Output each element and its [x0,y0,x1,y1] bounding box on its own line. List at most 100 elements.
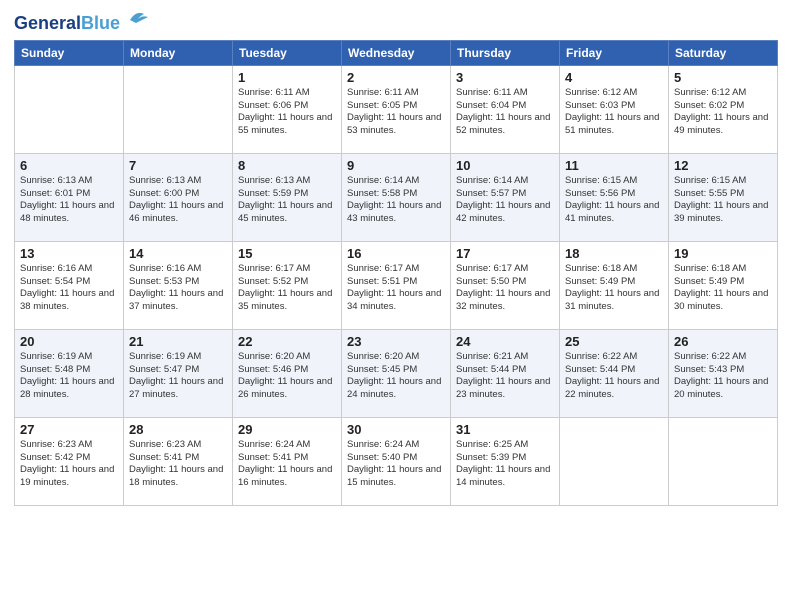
day-info: Sunrise: 6:18 AM Sunset: 5:49 PM Dayligh… [674,263,772,314]
day-info: Sunrise: 6:17 AM Sunset: 5:50 PM Dayligh… [456,263,554,314]
weekday-header-tuesday: Tuesday [233,40,342,65]
day-info: Sunrise: 6:15 AM Sunset: 5:55 PM Dayligh… [674,175,772,226]
calendar-cell: 29 Sunrise: 6:24 AM Sunset: 5:41 PM Dayli… [233,417,342,505]
day-number: 2 [347,70,445,85]
calendar-cell: 14 Sunrise: 6:16 AM Sunset: 5:53 PM Dayli… [124,241,233,329]
calendar-cell: 20 Sunrise: 6:19 AM Sunset: 5:48 PM Dayli… [15,329,124,417]
day-number: 7 [129,158,227,173]
calendar-cell [669,417,778,505]
calendar-cell: 24Sunrise: 6:21 AM Sunset: 5:44 PM Dayli… [451,329,560,417]
day-info: Sunrise: 6:22 AM Sunset: 5:43 PM Dayligh… [674,351,772,402]
logo-bird-icon [122,8,152,30]
day-info: Sunrise: 6:15 AM Sunset: 5:56 PM Dayligh… [565,175,663,226]
day-info: Sunrise: 6:12 AM Sunset: 6:03 PM Dayligh… [565,87,663,138]
calendar-cell: 7 Sunrise: 6:13 AM Sunset: 6:00 PM Daylig… [124,153,233,241]
calendar-cell: 17 Sunrise: 6:17 AM Sunset: 5:50 PM Dayli… [451,241,560,329]
calendar-cell: 5 Sunrise: 6:12 AM Sunset: 6:02 PM Daylig… [669,65,778,153]
day-info: Sunrise: 6:20 AM Sunset: 5:45 PM Dayligh… [347,351,445,402]
day-number: 23 [347,334,445,349]
calendar-cell: 18Sunrise: 6:18 AM Sunset: 5:49 PM Dayli… [560,241,669,329]
calendar-cell: 11 Sunrise: 6:15 AM Sunset: 5:56 PM Dayli… [560,153,669,241]
day-number: 22 [238,334,336,349]
day-number: 14 [129,246,227,261]
calendar-cell: 25 Sunrise: 6:22 AM Sunset: 5:44 PM Dayli… [560,329,669,417]
day-info: Sunrise: 6:11 AM Sunset: 6:05 PM Dayligh… [347,87,445,138]
day-number: 5 [674,70,772,85]
day-info: Sunrise: 6:11 AM Sunset: 6:06 PM Dayligh… [238,87,336,138]
calendar-cell: 2 Sunrise: 6:11 AM Sunset: 6:05 PM Daylig… [342,65,451,153]
day-info: Sunrise: 6:22 AM Sunset: 5:44 PM Dayligh… [565,351,663,402]
logo-text-general: GeneralBlue [14,14,120,34]
calendar-cell [15,65,124,153]
weekday-header-wednesday: Wednesday [342,40,451,65]
calendar-cell: 27 Sunrise: 6:23 AM Sunset: 5:42 PM Dayli… [15,417,124,505]
day-number: 1 [238,70,336,85]
day-number: 28 [129,422,227,437]
day-number: 12 [674,158,772,173]
calendar-cell: 23 Sunrise: 6:20 AM Sunset: 5:45 PM Dayli… [342,329,451,417]
day-number: 8 [238,158,336,173]
header: GeneralBlue [14,10,778,34]
calendar-cell: 9 Sunrise: 6:14 AM Sunset: 5:58 PM Daylig… [342,153,451,241]
week-row-5: 27 Sunrise: 6:23 AM Sunset: 5:42 PM Dayli… [15,417,778,505]
day-info: Sunrise: 6:16 AM Sunset: 5:54 PM Dayligh… [20,263,118,314]
calendar-cell: 10Sunrise: 6:14 AM Sunset: 5:57 PM Dayli… [451,153,560,241]
day-info: Sunrise: 6:14 AM Sunset: 5:57 PM Dayligh… [456,175,554,226]
day-info: Sunrise: 6:24 AM Sunset: 5:41 PM Dayligh… [238,439,336,490]
day-number: 17 [456,246,554,261]
calendar-cell: 21 Sunrise: 6:19 AM Sunset: 5:47 PM Dayli… [124,329,233,417]
day-number: 26 [674,334,772,349]
calendar-cell: 22Sunrise: 6:20 AM Sunset: 5:46 PM Dayli… [233,329,342,417]
calendar-cell [124,65,233,153]
day-info: Sunrise: 6:12 AM Sunset: 6:02 PM Dayligh… [674,87,772,138]
day-info: Sunrise: 6:18 AM Sunset: 5:49 PM Dayligh… [565,263,663,314]
day-info: Sunrise: 6:11 AM Sunset: 6:04 PM Dayligh… [456,87,554,138]
weekday-header-monday: Monday [124,40,233,65]
day-number: 31 [456,422,554,437]
day-number: 15 [238,246,336,261]
calendar-cell: 4 Sunrise: 6:12 AM Sunset: 6:03 PM Daylig… [560,65,669,153]
weekday-header-sunday: Sunday [15,40,124,65]
calendar-cell: 19 Sunrise: 6:18 AM Sunset: 5:49 PM Dayli… [669,241,778,329]
calendar-cell [560,417,669,505]
day-info: Sunrise: 6:23 AM Sunset: 5:41 PM Dayligh… [129,439,227,490]
day-info: Sunrise: 6:19 AM Sunset: 5:48 PM Dayligh… [20,351,118,402]
calendar-cell: 13Sunrise: 6:16 AM Sunset: 5:54 PM Dayli… [15,241,124,329]
calendar-cell: 31 Sunrise: 6:25 AM Sunset: 5:39 PM Dayli… [451,417,560,505]
day-number: 11 [565,158,663,173]
day-info: Sunrise: 6:13 AM Sunset: 6:01 PM Dayligh… [20,175,118,226]
day-info: Sunrise: 6:14 AM Sunset: 5:58 PM Dayligh… [347,175,445,226]
day-number: 19 [674,246,772,261]
day-info: Sunrise: 6:19 AM Sunset: 5:47 PM Dayligh… [129,351,227,402]
logo-text-blue: Blue [81,13,120,33]
day-number: 3 [456,70,554,85]
logo: GeneralBlue [14,14,152,34]
day-number: 21 [129,334,227,349]
day-info: Sunrise: 6:24 AM Sunset: 5:40 PM Dayligh… [347,439,445,490]
day-number: 16 [347,246,445,261]
calendar-cell: 8 Sunrise: 6:13 AM Sunset: 5:59 PM Daylig… [233,153,342,241]
day-info: Sunrise: 6:13 AM Sunset: 6:00 PM Dayligh… [129,175,227,226]
day-number: 6 [20,158,118,173]
day-number: 30 [347,422,445,437]
day-info: Sunrise: 6:16 AM Sunset: 5:53 PM Dayligh… [129,263,227,314]
page: GeneralBlue SundayMondayTuesdayWednesday… [0,0,792,612]
day-number: 9 [347,158,445,173]
calendar-cell: 30 Sunrise: 6:24 AM Sunset: 5:40 PM Dayli… [342,417,451,505]
weekday-header-friday: Friday [560,40,669,65]
calendar-cell: 1 Sunrise: 6:11 AM Sunset: 6:06 PM Daylig… [233,65,342,153]
week-row-4: 20 Sunrise: 6:19 AM Sunset: 5:48 PM Dayli… [15,329,778,417]
day-info: Sunrise: 6:13 AM Sunset: 5:59 PM Dayligh… [238,175,336,226]
day-number: 20 [20,334,118,349]
day-number: 4 [565,70,663,85]
day-number: 27 [20,422,118,437]
week-row-1: 1 Sunrise: 6:11 AM Sunset: 6:06 PM Daylig… [15,65,778,153]
day-info: Sunrise: 6:23 AM Sunset: 5:42 PM Dayligh… [20,439,118,490]
calendar-table: SundayMondayTuesdayWednesdayThursdayFrid… [14,40,778,506]
weekday-header-thursday: Thursday [451,40,560,65]
day-number: 29 [238,422,336,437]
week-row-3: 13Sunrise: 6:16 AM Sunset: 5:54 PM Dayli… [15,241,778,329]
day-number: 25 [565,334,663,349]
day-info: Sunrise: 6:17 AM Sunset: 5:51 PM Dayligh… [347,263,445,314]
day-info: Sunrise: 6:25 AM Sunset: 5:39 PM Dayligh… [456,439,554,490]
